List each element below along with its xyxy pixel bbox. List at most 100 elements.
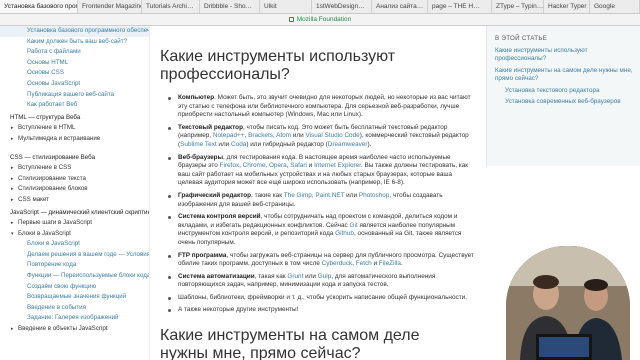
link-filezilla[interactable]: FileZilla — [379, 260, 401, 267]
chevron-right-icon[interactable]: ▸ — [11, 184, 14, 195]
link-brackets[interactable]: Brackets — [248, 132, 273, 139]
sidebar-item[interactable]: Работа с файлами — [0, 47, 149, 58]
sidebar-item-label: Основы CSS — [27, 69, 64, 77]
browser-tab[interactable]: Установка базового програм… — [0, 0, 78, 13]
toc-link[interactable]: Какие инструменты на самом деле нужны мн… — [495, 67, 635, 84]
browser-tab[interactable]: Анализ сайта… — [372, 0, 428, 13]
presenter-right-hair — [584, 279, 608, 291]
sidebar-item[interactable]: Блоки в JavaScript — [0, 239, 149, 250]
link-sublime[interactable]: Sublime Text — [180, 141, 216, 148]
browser-tab[interactable]: Hacker Typer — [544, 0, 590, 13]
link-safari[interactable]: Safari — [290, 162, 307, 169]
chevron-right-icon[interactable]: ▸ — [11, 163, 14, 174]
browser-tab[interactable]: ZType – Typin… — [492, 0, 544, 13]
sidebar-item[interactable]: ▸ Стилизирование блоков — [0, 184, 149, 195]
sidebar-item[interactable]: Повторение кода — [0, 260, 149, 271]
sidebar-item-label: Стилизирование текста — [18, 174, 86, 182]
chevron-right-icon[interactable]: ▸ — [11, 324, 14, 335]
sidebar-item[interactable]: ▸ Первые шаги в JavaScript — [0, 218, 149, 229]
sidebar-item[interactable]: Основы JavaScript — [0, 79, 149, 90]
sidebar-item[interactable]: ▸ Стилизирование текста — [0, 174, 149, 185]
sidebar-item-label: Блоки в JavaScript — [27, 240, 80, 248]
link-opera[interactable]: Opera — [269, 162, 287, 169]
list-item-editor: Текстовый редактор, чтобы писать код. Эт… — [168, 124, 478, 150]
link-photoshop[interactable]: Photoshop — [359, 192, 390, 199]
browser-tab[interactable]: Tutorials Archi… — [142, 0, 200, 13]
sidebar-item-label: Делаем решения в вашем годе — Условия — [27, 250, 149, 258]
link-cyberduck[interactable]: Cyberduck — [322, 260, 353, 267]
sidebar-item-label: CSS макет — [18, 195, 49, 203]
toc-link[interactable]: Установка современных веб-браузеров — [495, 98, 635, 106]
sidebar-item[interactable]: Как работает Веб — [0, 100, 149, 111]
link-dreamweaver[interactable]: Dreamweaver — [328, 141, 368, 148]
sidebar-item[interactable]: Основы HTML — [0, 58, 149, 69]
browser-tab[interactable]: page – THE H… — [428, 0, 492, 13]
link-firefox[interactable]: Firefox — [220, 162, 240, 169]
webcam-overlay — [506, 246, 630, 360]
link-coda[interactable]: Coda — [231, 141, 246, 148]
link-notepadpp[interactable]: Notepad++ — [213, 132, 245, 139]
browser-tab[interactable]: Dribbble - Sho… — [200, 0, 260, 13]
sidebar-item[interactable]: Введение в события — [0, 303, 149, 314]
sidebar-item-label: Вступление в CSS — [18, 164, 72, 172]
chevron-right-icon[interactable]: ▸ — [11, 123, 14, 134]
link-grunt[interactable]: Grunt — [287, 273, 303, 280]
chevron-right-icon[interactable]: ▸ — [11, 195, 14, 206]
list-item-ftp: FTP программа, чтобы загружать веб-стран… — [168, 252, 478, 269]
sidebar-item[interactable]: Возвращаемые значения функций — [0, 292, 149, 303]
toc-link[interactable]: Установка текстового редактора — [495, 87, 635, 95]
address-bar[interactable]: Mozilla Foundation — [0, 14, 640, 26]
sidebar-item[interactable]: Делаем решения в вашем годе — Условия — [0, 250, 149, 261]
toc-link[interactable]: Какие инструменты используют профессиона… — [495, 47, 635, 64]
sidebar-item[interactable]: Задание: Галерея изображений — [0, 313, 149, 324]
sidebar-item-label: Работа с файлами — [27, 48, 81, 56]
chevron-right-icon[interactable]: ▸ — [11, 134, 14, 145]
sidebar-item[interactable]: Основы CSS — [0, 68, 149, 79]
text-libraries: Шаблоны, библиотеки, фреймворки и т. д.,… — [178, 293, 467, 301]
lock-icon — [288, 16, 294, 22]
sidebar-item[interactable]: Установка базового программного обеспече… — [0, 26, 149, 37]
link-vscode[interactable]: Visual Studio Code — [305, 132, 359, 139]
tools-list: Компьютер. Может быть, это звучит очевид… — [160, 94, 478, 315]
sidebar-item[interactable]: ▸ Мультимедиа и встраивание — [0, 134, 149, 145]
link-git[interactable]: Git — [350, 222, 358, 229]
sidebar-item[interactable]: ▾ Блоки в JavaScript — [0, 229, 149, 240]
term-ftp: FTP программа — [178, 251, 227, 259]
sidebar-item[interactable]: ▸ Вступление в HTML — [0, 123, 149, 134]
chevron-down-icon[interactable]: ▾ — [11, 229, 14, 240]
sidebar-item[interactable]: Каким должен быть ваш веб-сайт? — [0, 37, 149, 48]
link-atom[interactable]: Atom — [276, 132, 291, 139]
link-gimp[interactable]: The Gimp — [284, 192, 312, 199]
link-chrome[interactable]: Chrome — [243, 162, 266, 169]
sidebar-item[interactable]: ▸ Вступление в CSS — [0, 163, 149, 174]
list-item-libraries: Шаблоны, библиотеки, фреймворки и т. д.,… — [168, 294, 478, 303]
link-fetch[interactable]: Fetch — [356, 260, 372, 267]
sidebar-item[interactable]: ▸ CSS макет — [0, 195, 149, 206]
sidebar-item-label: Мультимедиа и встраивание — [18, 134, 101, 142]
link-github[interactable]: Github — [335, 230, 354, 237]
presenter-left-hair — [533, 275, 559, 289]
sidebar-item-label: Введение в объекты JavaScript — [18, 325, 108, 333]
sidebar-item[interactable]: ▸ Введение в объекты JavaScript — [0, 324, 149, 335]
sidebar-section-heading: HTML — структура Веба — [0, 113, 149, 124]
sidebar-item-label: Установка базового программного обеспече… — [27, 27, 149, 34]
text-editor-3: ) или гибридный редактор ( — [246, 140, 328, 148]
chevron-right-icon[interactable]: ▸ — [11, 218, 14, 229]
sidebar-item[interactable]: Публикация вашего веб-сайта — [0, 90, 149, 101]
sidebar-item[interactable]: Создаём свою функцию — [0, 282, 149, 293]
sidebar-item[interactable]: Функции — Переиспользуемые блоки кода — [0, 271, 149, 282]
link-paintnet[interactable]: Paint.NET — [315, 192, 344, 199]
toc-heading: В ЭТОЙ СТАТЬЕ — [495, 35, 548, 42]
browser-tab[interactable]: 1stWebDesign… — [312, 0, 372, 13]
link-internet-explorer[interactable]: Internet Explorer — [314, 162, 361, 169]
chevron-right-icon[interactable]: ▸ — [11, 174, 14, 185]
browser-tab[interactable]: Google — [590, 0, 640, 13]
url-display[interactable]: Mozilla Foundation — [0, 14, 640, 26]
link-gulp[interactable]: Gulp — [318, 273, 332, 280]
sidebar-navigation: Установка базового программного обеспече… — [0, 26, 150, 360]
url-text: Mozilla Foundation — [296, 16, 352, 23]
browser-tab[interactable]: Ulkit — [260, 0, 312, 13]
browser-tab[interactable]: Frontender Magazine — [78, 0, 142, 13]
term-computer: Компьютер — [178, 94, 215, 101]
tab-strip: Установка базового програм…Frontender Ma… — [0, 0, 640, 14]
